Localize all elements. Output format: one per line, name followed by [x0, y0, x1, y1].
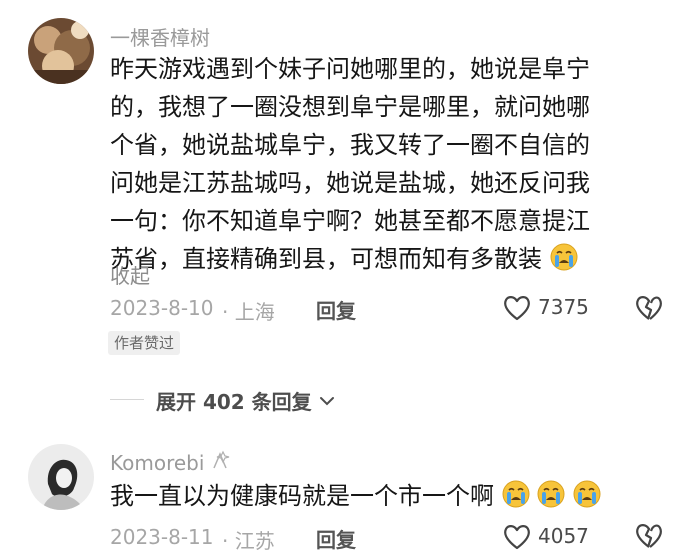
heart-outline-icon: [502, 294, 532, 326]
collapse-link[interactable]: 收起: [110, 260, 150, 289]
like-count: 7375: [538, 295, 589, 319]
like-count: 4057: [538, 524, 589, 548]
comment-text: 昨天游戏遇到个妹子问她哪里的，她说是阜宁 的，我想了一圈没想到阜宁是哪里，就问她…: [110, 50, 670, 282]
comment-date: 2023-8-10: [110, 296, 214, 320]
comment-line-text: 苏省，直接精确到县，可想而知有多散装: [110, 245, 542, 273]
crying-face-emoji-icon: [537, 480, 565, 519]
divider: [110, 399, 144, 400]
comment-date: 2023-8-11: [110, 525, 214, 549]
avatar[interactable]: [28, 18, 94, 84]
broken-heart-icon: [634, 524, 664, 554]
like-button[interactable]: 4057: [502, 522, 602, 550]
comment-location: · 上海: [222, 300, 275, 324]
username-row: Komorebi: [110, 450, 232, 476]
comment-line: 昨天游戏遇到个妹子问她哪里的，她说是阜宁: [110, 55, 590, 83]
expand-replies-label: 展开 402 条回复: [156, 390, 312, 414]
reply-button[interactable]: 回复: [316, 295, 356, 324]
dislike-button[interactable]: [634, 294, 664, 324]
username[interactable]: Komorebi: [110, 451, 204, 475]
broken-heart-icon: [634, 296, 664, 326]
comment-line: 苏省，直接精确到县，可想而知有多散装: [110, 240, 670, 282]
dislike-button[interactable]: [634, 522, 664, 550]
comment-line: 问她是江苏盐城吗，她说是盐城，她还反问我: [110, 169, 590, 197]
comment-line: 一句：你不知道阜宁啊？她甚至都不愿意提江: [110, 207, 590, 235]
chevron-down-icon: [319, 392, 335, 411]
sparkle-icon: [210, 450, 232, 474]
crying-face-emoji-icon: [502, 480, 530, 519]
comment-line-text: 我一直以为健康码就是一个市一个啊: [110, 482, 494, 510]
comment-line: 的，我想了一圈没想到阜宁是哪里，就问她哪: [110, 93, 590, 121]
username[interactable]: 一棵香樟树: [110, 22, 210, 51]
crying-face-emoji-icon: [550, 243, 578, 282]
author-liked-badge: 作者赞过: [108, 331, 181, 355]
comment-line: 个省，她说盐城阜宁，我又转了一圈不自信的: [110, 131, 590, 159]
expand-replies-button[interactable]: 展开 402 条回复: [156, 386, 335, 414]
comment-text: 我一直以为健康码就是一个市一个啊: [110, 477, 680, 519]
reply-button[interactable]: 回复: [316, 524, 356, 553]
crying-face-emoji-icon: [573, 480, 601, 519]
like-button[interactable]: 7375: [502, 293, 602, 323]
avatar[interactable]: [28, 444, 94, 510]
heart-outline-icon: [502, 523, 532, 555]
